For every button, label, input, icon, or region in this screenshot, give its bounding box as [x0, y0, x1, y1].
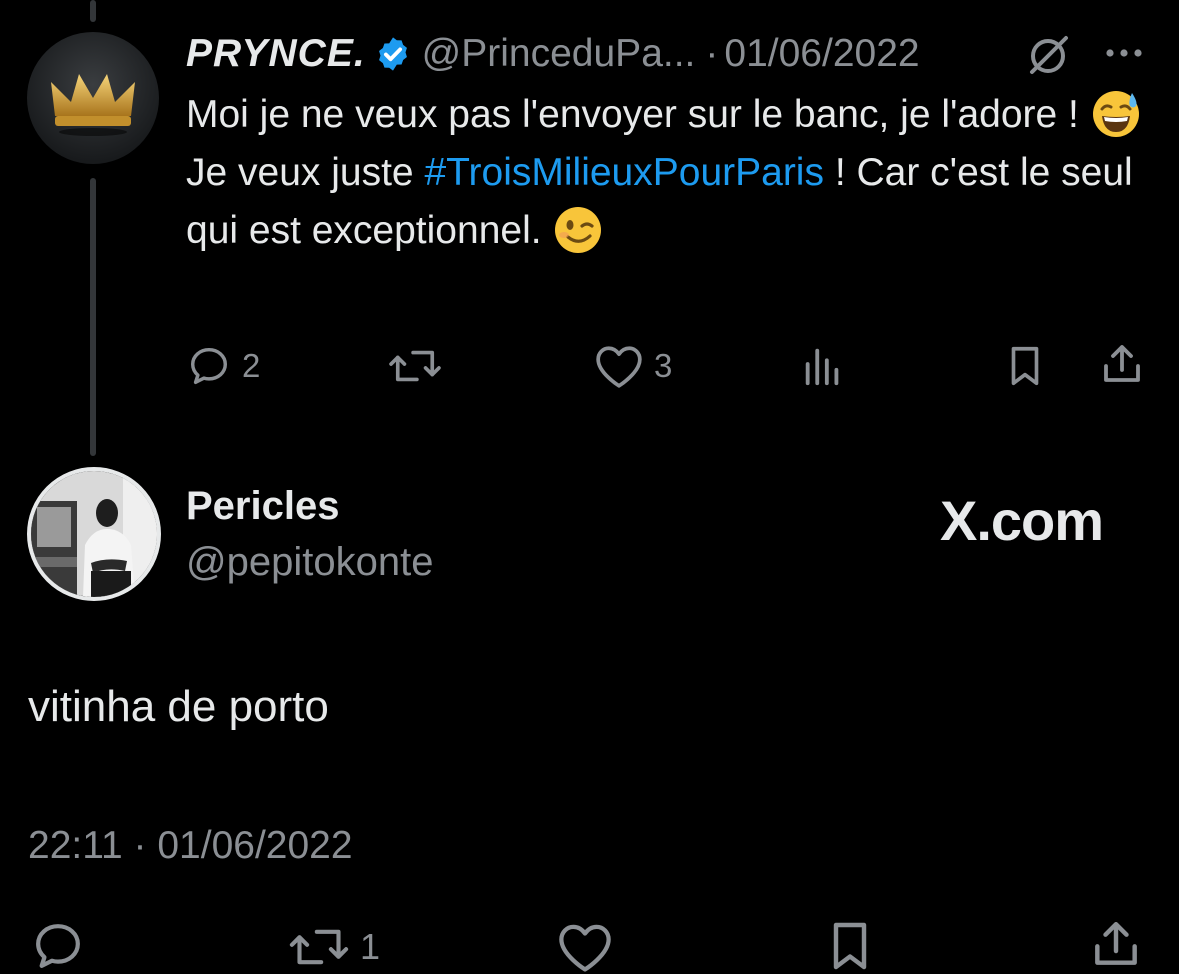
thread-line	[90, 178, 96, 456]
like-count: 3	[654, 347, 673, 384]
tweet-timestamp[interactable]: 22:11 · 01/06/2022	[28, 824, 353, 868]
thread-line-top	[90, 0, 96, 22]
bookmark-icon	[1011, 346, 1039, 386]
parent-tweet-header: PRYNCE. @PrinceduPa... · 01/06/2022	[186, 28, 920, 80]
bookmark-button[interactable]	[822, 918, 878, 974]
heart-icon	[596, 346, 642, 388]
bookmark-button[interactable]	[1002, 342, 1048, 390]
grok-icon[interactable]	[1024, 30, 1072, 78]
like-button[interactable]: 3	[594, 342, 672, 390]
profile-photo	[31, 471, 157, 597]
like-button[interactable]	[556, 920, 614, 974]
reply-button[interactable]	[30, 918, 86, 974]
avatar[interactable]	[27, 467, 161, 601]
tweet-text-part2: Je veux juste	[186, 151, 414, 194]
retweet-button[interactable]	[388, 342, 442, 390]
share-icon	[1095, 921, 1137, 965]
tweet-text-part1: Moi je ne veux pas l'envoyer sur le banc…	[186, 93, 1079, 136]
hashtag-link[interactable]: #TroisMilieuxPourParis	[424, 151, 824, 194]
separator: ·	[705, 32, 719, 75]
display-name[interactable]: PRYNCE.	[186, 32, 366, 76]
more-options-icon[interactable]	[1102, 40, 1146, 66]
verified-badge-icon	[378, 37, 407, 71]
retweet-icon	[289, 929, 349, 965]
bookmark-icon	[833, 922, 867, 970]
share-button[interactable]	[1088, 916, 1144, 972]
wink-emoji-icon	[555, 207, 602, 253]
sweat-smile-emoji-icon	[1092, 91, 1139, 137]
heart-icon	[559, 924, 611, 972]
crown-avatar-image	[27, 32, 159, 164]
share-button[interactable]	[1098, 340, 1146, 388]
reply-icon	[190, 347, 228, 385]
tweet-text: vitinha de porto	[28, 682, 329, 731]
handle[interactable]: @PrinceduPa...	[422, 32, 696, 76]
reply-icon	[36, 924, 80, 968]
avatar[interactable]	[27, 32, 159, 164]
retweet-button[interactable]: 1	[288, 920, 380, 974]
reply-count: 2	[242, 347, 261, 384]
tweet-text: Moi je ne veux pas l'envoyer sur le banc…	[186, 86, 1146, 260]
share-icon	[1104, 345, 1140, 382]
retweet-count: 1	[360, 926, 381, 967]
display-name[interactable]: Pericles	[186, 484, 339, 529]
watermark: X.com	[940, 489, 1104, 552]
tweet-date[interactable]: 01/06/2022	[724, 32, 919, 76]
handle[interactable]: @pepitokonte	[186, 540, 433, 585]
views-chart-icon	[805, 348, 839, 386]
reply-button[interactable]: 2	[186, 342, 260, 390]
retweet-icon	[389, 350, 441, 382]
views-button[interactable]	[800, 342, 846, 390]
